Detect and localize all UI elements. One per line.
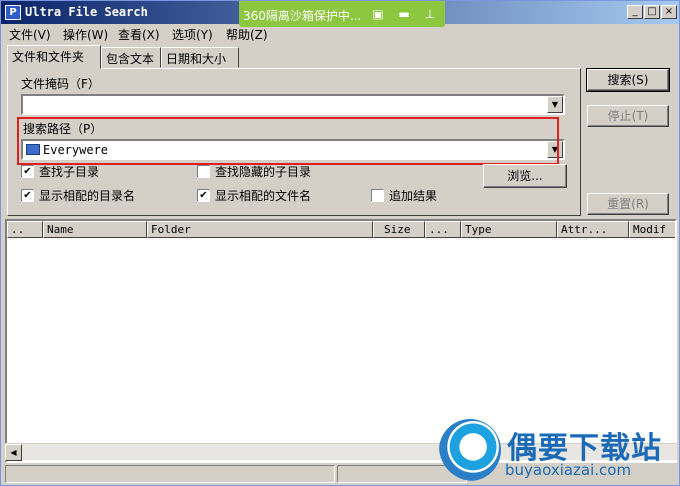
shield-icon[interactable]: ▣ — [367, 4, 389, 24]
sandbox-status-text: 360隔离沙箱保护中... — [243, 9, 362, 23]
file-mask-label: 文件掩码（F） — [21, 77, 100, 91]
menu-options[interactable]: 选项(Y) — [172, 26, 213, 43]
tab-date-size[interactable]: 日期和大小 — [161, 47, 239, 68]
status-panel-1 — [5, 465, 335, 483]
highlight-box — [17, 117, 559, 165]
column-header-name[interactable]: Name — [43, 221, 147, 238]
checkbox-append-results[interactable] — [371, 189, 384, 202]
site-watermark: 偶要下载站 buyaoxiazai.com — [439, 419, 679, 486]
window-title: Ultra File Search — [25, 5, 148, 19]
reset-button[interactable]: 重置(R) — [587, 193, 669, 215]
minimize-button[interactable]: _ — [627, 5, 643, 19]
checkbox-search-subdirs[interactable]: ✔ — [21, 165, 34, 178]
app-window: P Ultra File Search _ □ × 360隔离沙箱保护中... … — [0, 0, 680, 486]
file-mask-combo[interactable]: ▼ — [21, 94, 565, 115]
menu-view[interactable]: 查看(X) — [118, 26, 160, 43]
chevron-down-icon[interactable]: ▼ — [547, 96, 563, 113]
option-show-matching-files-label: 显示相配的文件名 — [215, 189, 312, 203]
option-append-results-label: 追加结果 — [389, 189, 438, 203]
pin-icon[interactable]: ⊥ — [419, 4, 441, 24]
site-logo-icon — [439, 419, 501, 481]
column-header-attributes[interactable]: Attr... — [557, 221, 629, 238]
column-header-size[interactable]: Size — [373, 221, 425, 238]
menu-file[interactable]: 文件(V) — [9, 26, 51, 43]
checkbox-show-matching-dirs[interactable]: ✔ — [21, 189, 34, 202]
tab-files-folders[interactable]: 文件和文件夹 — [7, 45, 101, 69]
checkbox-show-matching-files[interactable]: ✔ — [197, 189, 210, 202]
option-show-matching-dirs-label: 显示相配的目录名 — [39, 189, 136, 203]
menu-help[interactable]: 帮助(Z) — [226, 26, 268, 43]
app-logo-icon: P — [5, 5, 21, 20]
column-header-more[interactable]: ... — [425, 221, 461, 238]
option-search-hidden-subdirs-label: 查找隐藏的子目录 — [215, 165, 312, 179]
scroll-left-icon[interactable]: ◀ — [5, 444, 22, 461]
folder-icon[interactable]: ▬ — [393, 4, 415, 24]
maximize-button[interactable]: □ — [644, 5, 660, 19]
menu-bar: 文件(V) 操作(W) 查看(X) 选项(Y) 帮助(Z) — [1, 24, 679, 44]
column-header-index[interactable]: .. — [7, 221, 43, 238]
browse-button[interactable]: 浏览... — [483, 164, 567, 188]
column-header-folder[interactable]: Folder — [147, 221, 373, 238]
column-header-type[interactable]: Type — [461, 221, 557, 238]
search-button[interactable]: 搜索(S) — [586, 68, 670, 92]
menu-action[interactable]: 操作(W) — [63, 26, 108, 43]
tab-contains-text[interactable]: 包含文本 — [101, 47, 161, 68]
column-header-modified[interactable]: Modif — [629, 221, 675, 238]
close-button[interactable]: × — [661, 5, 677, 19]
watermark-url: buyaoxiazai.com — [505, 461, 632, 479]
stop-button[interactable]: 停止(T) — [587, 105, 669, 127]
option-search-subdirs-label: 查找子目录 — [39, 165, 100, 179]
checkbox-search-hidden-subdirs[interactable] — [197, 165, 210, 178]
